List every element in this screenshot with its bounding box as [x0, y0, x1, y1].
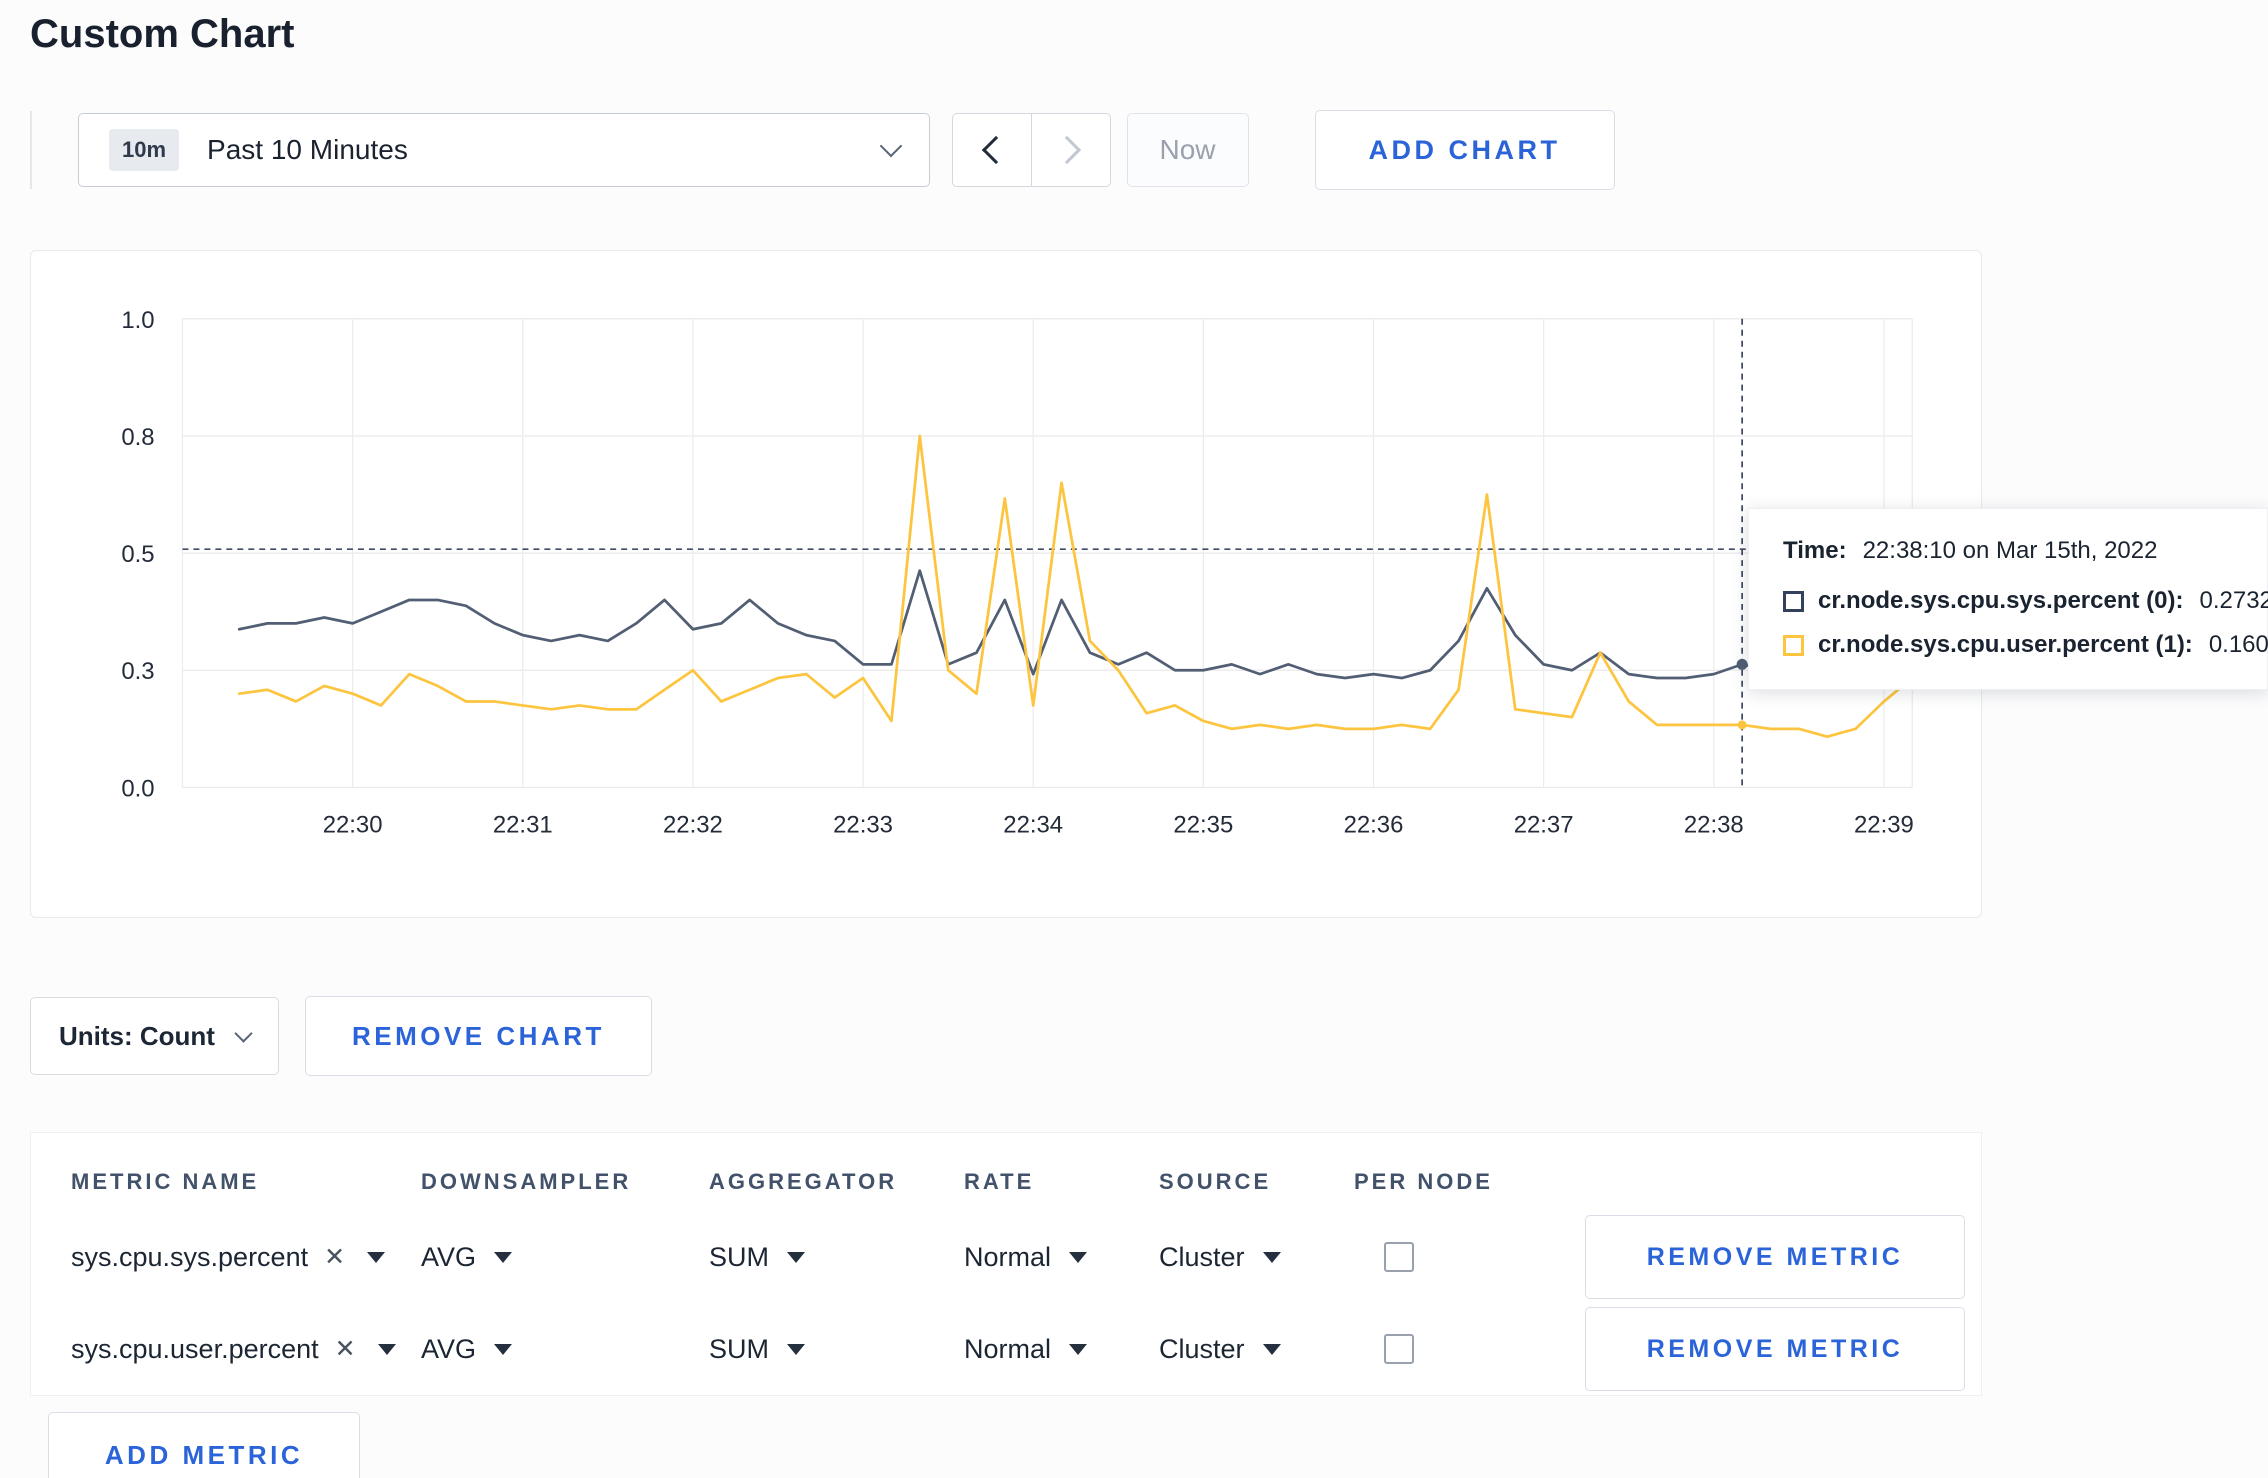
toolbar: 10m Past 10 Minutes Now ADD CHART — [30, 108, 2268, 192]
svg-text:0.5: 0.5 — [121, 541, 154, 568]
chart-panel: 0.0 0.3 0.5 0.8 1.0 22:30 22:31 22:32 22:33 22:34… — [30, 250, 1982, 918]
svg-text:22:38: 22:38 — [1684, 811, 1744, 838]
chevron-right-icon — [1052, 135, 1081, 165]
tooltip-series-value: 0.1601 — [2208, 631, 2268, 658]
col-header-aggregator: AGGREGATOR — [709, 1169, 898, 1194]
tooltip-series-name: cr.node.sys.cpu.sys.percent (0): — [1818, 587, 2184, 614]
metric-row: sys.cpu.sys.percent ✕ AVG SUM Normal Clu… — [71, 1211, 1981, 1303]
svg-text:22:34: 22:34 — [1003, 811, 1063, 838]
source-value: Cluster — [1159, 1333, 1245, 1364]
tooltip-series-row: cr.node.sys.cpu.sys.percent (0): 0.2732 — [1783, 587, 2268, 615]
units-select[interactable]: Units: Count — [30, 997, 279, 1075]
source-select[interactable]: Cluster — [1159, 1242, 1354, 1273]
tooltip-time-label: Time: — [1783, 537, 1847, 564]
source-value: Cluster — [1159, 1241, 1245, 1272]
now-button[interactable]: Now — [1126, 113, 1249, 187]
add-metric-button[interactable]: ADD METRIC — [48, 1412, 360, 1478]
per-node-checkbox[interactable] — [1384, 1242, 1414, 1272]
metric-name-label: sys.cpu.user.percent — [71, 1333, 319, 1364]
caret-down-icon — [377, 1343, 396, 1355]
metrics-table: METRIC NAME DOWNSAMPLER AGGREGATOR RATE … — [30, 1132, 1982, 1396]
caret-down-icon — [494, 1251, 513, 1263]
tooltip-series-name: cr.node.sys.cpu.user.percent (1): — [1818, 631, 2193, 658]
aggregator-select[interactable]: SUM — [709, 1242, 964, 1273]
aggregator-select[interactable]: SUM — [709, 1334, 964, 1365]
aggregator-value: SUM — [709, 1333, 769, 1364]
caret-down-icon — [1262, 1251, 1281, 1263]
svg-text:22:33: 22:33 — [833, 811, 893, 838]
rate-select[interactable]: Normal — [964, 1334, 1159, 1365]
clear-metric-icon[interactable]: ✕ — [335, 1334, 356, 1364]
svg-text:22:36: 22:36 — [1344, 811, 1404, 838]
chart-controls-row: Units: Count REMOVE CHART — [30, 996, 2268, 1076]
remove-metric-button[interactable]: REMOVE METRIC — [1585, 1215, 1965, 1299]
svg-text:1.0: 1.0 — [121, 307, 154, 334]
col-header-downsampler: DOWNSAMPLER — [421, 1169, 632, 1194]
downsampler-value: AVG — [421, 1241, 477, 1272]
svg-text:0.8: 0.8 — [121, 424, 154, 451]
time-nav-group — [952, 113, 1111, 187]
downsampler-value: AVG — [421, 1333, 477, 1364]
rate-select[interactable]: Normal — [964, 1242, 1159, 1273]
time-range-select[interactable]: 10m Past 10 Minutes — [78, 113, 930, 187]
caret-down-icon — [1069, 1251, 1088, 1263]
rate-value: Normal — [964, 1241, 1052, 1272]
svg-text:22:39: 22:39 — [1854, 811, 1914, 838]
tooltip-series-value: 0.2732 — [2199, 587, 2268, 614]
svg-text:0.0: 0.0 — [121, 775, 154, 802]
downsampler-select[interactable]: AVG — [421, 1242, 709, 1273]
col-header-metric-name: METRIC NAME — [71, 1169, 260, 1194]
caret-down-icon — [787, 1343, 805, 1355]
metric-row: sys.cpu.user.percent ✕ AVG SUM Normal Cl… — [71, 1303, 1981, 1395]
toolbar-divider — [30, 111, 32, 189]
page-title: Custom Chart — [30, 12, 295, 56]
downsampler-select[interactable]: AVG — [421, 1334, 709, 1365]
remove-chart-button[interactable]: REMOVE CHART — [304, 996, 652, 1076]
svg-text:22:35: 22:35 — [1173, 811, 1233, 838]
units-label: Units: Count — [59, 1020, 215, 1051]
aggregator-value: SUM — [709, 1241, 769, 1272]
time-prev-button[interactable] — [952, 113, 1032, 187]
chart-canvas[interactable]: 0.0 0.3 0.5 0.8 1.0 22:30 22:31 22:32 22:33 22:34… — [31, 251, 1981, 917]
caret-down-icon — [367, 1251, 386, 1263]
source-select[interactable]: Cluster — [1159, 1334, 1354, 1365]
svg-text:0.3: 0.3 — [121, 658, 154, 685]
caret-down-icon — [1262, 1343, 1281, 1355]
caret-down-icon — [1069, 1343, 1088, 1355]
series-sys-swatch-icon — [1783, 590, 1804, 612]
svg-text:22:31: 22:31 — [493, 811, 553, 838]
rate-value: Normal — [964, 1333, 1052, 1364]
time-next-button[interactable] — [1030, 113, 1111, 187]
remove-metric-button[interactable]: REMOVE METRIC — [1585, 1307, 1965, 1391]
caret-down-icon — [787, 1251, 805, 1263]
col-header-per-node: PER NODE — [1354, 1169, 1493, 1194]
series-user-swatch-icon — [1783, 634, 1804, 656]
svg-text:22:37: 22:37 — [1514, 811, 1574, 838]
chart-tooltip: Time: 22:38:10 on Mar 15th, 2022 cr.node.… — [1748, 508, 2268, 690]
chevron-down-icon — [234, 1024, 253, 1043]
metrics-table-header: METRIC NAME DOWNSAMPLER AGGREGATOR RATE … — [71, 1133, 1981, 1211]
chevron-down-icon — [879, 134, 903, 158]
tooltip-series-row: cr.node.sys.cpu.user.percent (1): 0.1601 — [1783, 631, 2268, 659]
metric-name-select[interactable]: sys.cpu.sys.percent ✕ — [71, 1242, 421, 1273]
tooltip-time-row: Time: 22:38:10 on Mar 15th, 2022 — [1783, 537, 2233, 565]
time-range-badge: 10m — [109, 129, 180, 171]
caret-down-icon — [494, 1343, 513, 1355]
custom-chart-page: Custom Chart 10m Past 10 Minutes Now ADD… — [0, 0, 2268, 1478]
metric-name-label: sys.cpu.sys.percent — [71, 1241, 309, 1272]
tooltip-time-value: 22:38:10 on Mar 15th, 2022 — [1862, 537, 2158, 564]
svg-text:22:32: 22:32 — [663, 811, 723, 838]
chevron-left-icon — [981, 135, 1011, 165]
per-node-checkbox[interactable] — [1384, 1334, 1414, 1364]
col-header-rate: RATE — [964, 1169, 1035, 1194]
svg-text:22:30: 22:30 — [323, 811, 383, 838]
metric-name-select[interactable]: sys.cpu.user.percent ✕ — [71, 1334, 421, 1365]
time-range-label: Past 10 Minutes — [207, 134, 408, 165]
clear-metric-icon[interactable]: ✕ — [324, 1242, 345, 1272]
col-header-source: SOURCE — [1159, 1169, 1272, 1194]
add-chart-button[interactable]: ADD CHART — [1314, 110, 1615, 190]
